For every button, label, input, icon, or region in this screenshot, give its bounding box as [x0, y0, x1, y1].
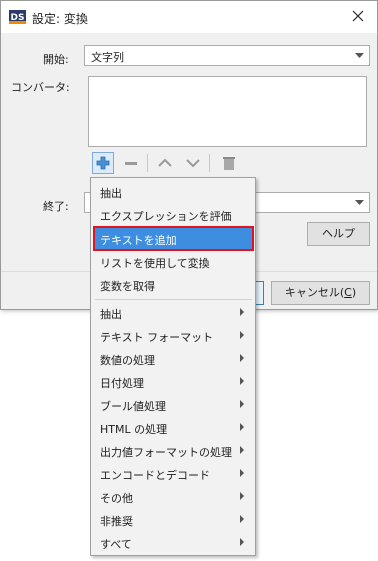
menu-item-extract[interactable]: 抽出: [95, 181, 252, 202]
chevron-right-icon: [240, 446, 244, 454]
menu-item-get-variable[interactable]: 変数を取得: [95, 274, 252, 295]
chevron-down-icon: [355, 53, 364, 58]
submenu-number-processing[interactable]: 数値の処理: [95, 348, 252, 369]
delete-converter-button[interactable]: [218, 152, 240, 174]
cancel-mnemonic: C: [344, 286, 352, 299]
submenu-label: すべて: [100, 538, 132, 551]
menu-item-add-text[interactable]: テキストを追加: [93, 226, 254, 251]
minus-icon: [125, 162, 137, 165]
submenu-label: ブール値処理: [100, 400, 166, 413]
end-label: 終了:: [43, 200, 69, 213]
chevron-right-icon: [240, 538, 244, 546]
toolbar-separator: [147, 154, 148, 172]
submenu-label: その他: [100, 492, 133, 505]
submenu-html-processing[interactable]: HTML の処理: [95, 417, 252, 438]
submenu-extract[interactable]: 抽出: [95, 302, 252, 323]
add-converter-button[interactable]: [92, 152, 114, 174]
menu-separator: [95, 299, 252, 300]
add-icon: [96, 156, 110, 170]
chevron-down-icon: [355, 200, 364, 205]
ds-app-icon: DS: [9, 10, 26, 24]
submenu-other[interactable]: その他: [95, 486, 252, 507]
move-down-button[interactable]: [182, 152, 204, 174]
converter-list[interactable]: [88, 76, 367, 147]
menu-item-convert-using-list[interactable]: リストを使用して変換: [95, 251, 252, 272]
move-up-button[interactable]: [154, 152, 176, 174]
cancel-button[interactable]: キャンセル(C): [271, 281, 370, 305]
toolbar-separator: [209, 154, 210, 172]
submenu-label: エンコードとデコード: [100, 469, 210, 482]
submenu-label: 出力値フォーマットの処理: [100, 446, 232, 459]
chevron-right-icon: [240, 469, 244, 477]
remove-converter-button[interactable]: [120, 152, 142, 174]
submenu-label: 数値の処理: [100, 354, 155, 367]
submenu-boolean-processing[interactable]: ブール値処理: [95, 394, 252, 415]
chevron-right-icon: [240, 331, 244, 339]
submenu-output-format[interactable]: 出力値フォーマットの処理: [95, 440, 252, 461]
add-converter-menu: 抽出 エクスプレッションを評価 テキストを追加 リストを使用して変換 変数を取得…: [90, 177, 256, 556]
chevron-up-icon: [158, 158, 172, 167]
chevron-right-icon: [240, 308, 244, 316]
title-bar: DS 設定: 変換: [1, 1, 377, 33]
submenu-encode-decode[interactable]: エンコードとデコード: [95, 463, 252, 484]
submenu-label: 抽出: [100, 308, 122, 321]
dialog-title: 設定: 変換: [32, 12, 88, 26]
submenu-label: 非推奨: [100, 515, 133, 528]
chevron-down-icon: [186, 159, 200, 168]
close-icon[interactable]: [351, 9, 365, 23]
menu-item-label: リストを使用して変換: [100, 257, 210, 270]
cancel-label-end: ): [351, 286, 357, 299]
submenu-date-processing[interactable]: 日付処理: [95, 371, 252, 392]
submenu-label: 日付処理: [100, 377, 144, 390]
chevron-right-icon: [240, 515, 244, 523]
help-button[interactable]: ヘルプ: [307, 222, 370, 246]
start-label: 開始:: [43, 53, 69, 66]
menu-item-label: テキストを追加: [100, 234, 177, 247]
menu-item-evaluate-expression[interactable]: エクスプレッションを評価: [95, 204, 252, 225]
submenu-text-format[interactable]: テキスト フォーマット: [95, 325, 252, 346]
menu-item-label: エクスプレッションを評価: [100, 210, 232, 223]
submenu-label: テキスト フォーマット: [100, 331, 214, 344]
chevron-right-icon: [240, 377, 244, 385]
chevron-right-icon: [240, 354, 244, 362]
menu-item-label: 抽出: [100, 187, 122, 200]
submenu-label: HTML の処理: [100, 423, 168, 436]
submenu-all[interactable]: すべて: [95, 532, 252, 553]
trash-icon: [223, 157, 235, 170]
chevron-right-icon: [240, 400, 244, 408]
converter-label: コンバータ:: [11, 81, 70, 94]
start-type-value: 文字列: [91, 51, 124, 64]
submenu-deprecated[interactable]: 非推奨: [95, 509, 252, 530]
start-type-select[interactable]: 文字列: [84, 45, 370, 66]
menu-item-label: 変数を取得: [100, 280, 155, 293]
svg-text:DS: DS: [11, 13, 25, 23]
cancel-label: キャンセル(: [284, 286, 345, 299]
chevron-right-icon: [240, 423, 244, 431]
chevron-right-icon: [240, 492, 244, 500]
